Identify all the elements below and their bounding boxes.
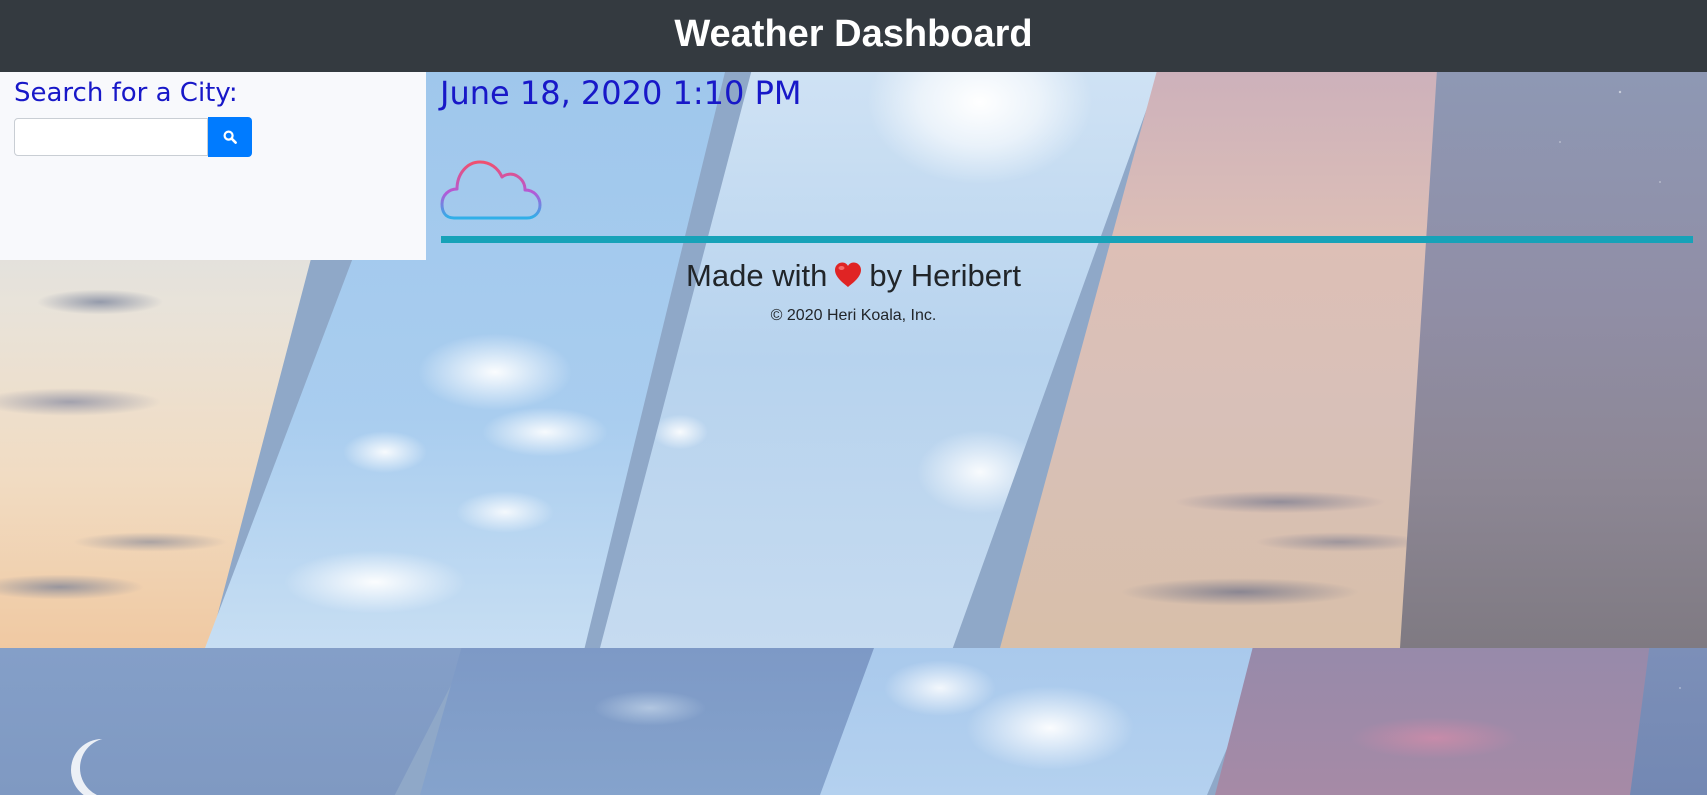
search-button[interactable] (208, 117, 252, 157)
sky-panel (0, 648, 470, 795)
heart-icon (833, 261, 863, 297)
sky-panel (1215, 648, 1685, 795)
made-with-text: Made with by Heribert (0, 258, 1707, 297)
cloud-icon (440, 152, 542, 222)
search-panel: Search for a City: (0, 72, 426, 260)
page-header: Weather Dashboard (0, 0, 1707, 72)
sky-panel (1400, 72, 1707, 648)
made-with-suffix: by Heribert (869, 258, 1021, 293)
search-icon (223, 130, 237, 144)
copyright-text: © 2020 Heri Koala, Inc. (770, 307, 937, 324)
sky-panel (420, 648, 880, 795)
search-label: Search for a City: (14, 78, 238, 108)
city-search-input[interactable] (14, 118, 208, 156)
current-datetime: June 18, 2020 1:10 PM (440, 74, 802, 112)
section-divider (441, 236, 1693, 243)
page-title: Weather Dashboard (674, 12, 1033, 55)
made-with-prefix: Made with (686, 258, 828, 293)
moon-crescent (80, 738, 140, 795)
sky-panel (820, 648, 1270, 795)
